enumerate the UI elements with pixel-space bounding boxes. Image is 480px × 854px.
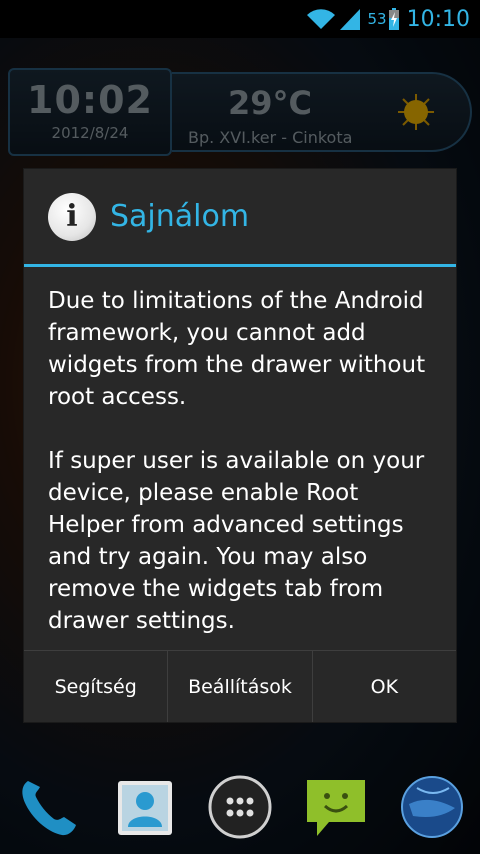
status-clock: 10:10 (406, 6, 470, 32)
signal-icon (338, 7, 362, 31)
settings-button[interactable]: Beállítások (168, 651, 313, 722)
battery-percent: 53 (367, 10, 387, 28)
battery-charging-icon (388, 8, 399, 30)
app-drawer-icon[interactable] (205, 772, 275, 842)
alert-dialog: i Sajnálom Due to limitations of the And… (24, 169, 456, 722)
phone-icon[interactable] (13, 772, 83, 842)
dialog-title: Sajnálom (110, 199, 250, 234)
contacts-icon[interactable] (109, 772, 179, 842)
dialog-message-paragraph: Due to limitations of the Android framew… (48, 288, 426, 410)
browser-icon[interactable] (397, 772, 467, 842)
dialog-header: i Sajnálom (24, 169, 456, 267)
messaging-icon[interactable] (301, 772, 371, 842)
dialog-message-paragraph: If super user is available on your devic… (48, 448, 425, 634)
status-bar: 53 10:10 (0, 0, 480, 38)
help-button[interactable]: Segítség (24, 651, 169, 722)
dialog-message: Due to limitations of the Android framew… (24, 267, 456, 649)
info-icon: i (48, 192, 96, 241)
ok-button[interactable]: OK (313, 651, 456, 722)
battery-indicator: 53 (368, 8, 399, 30)
dock (0, 760, 480, 854)
dialog-button-bar: Segítség Beállítások OK (24, 650, 456, 722)
wifi-icon (306, 8, 336, 30)
